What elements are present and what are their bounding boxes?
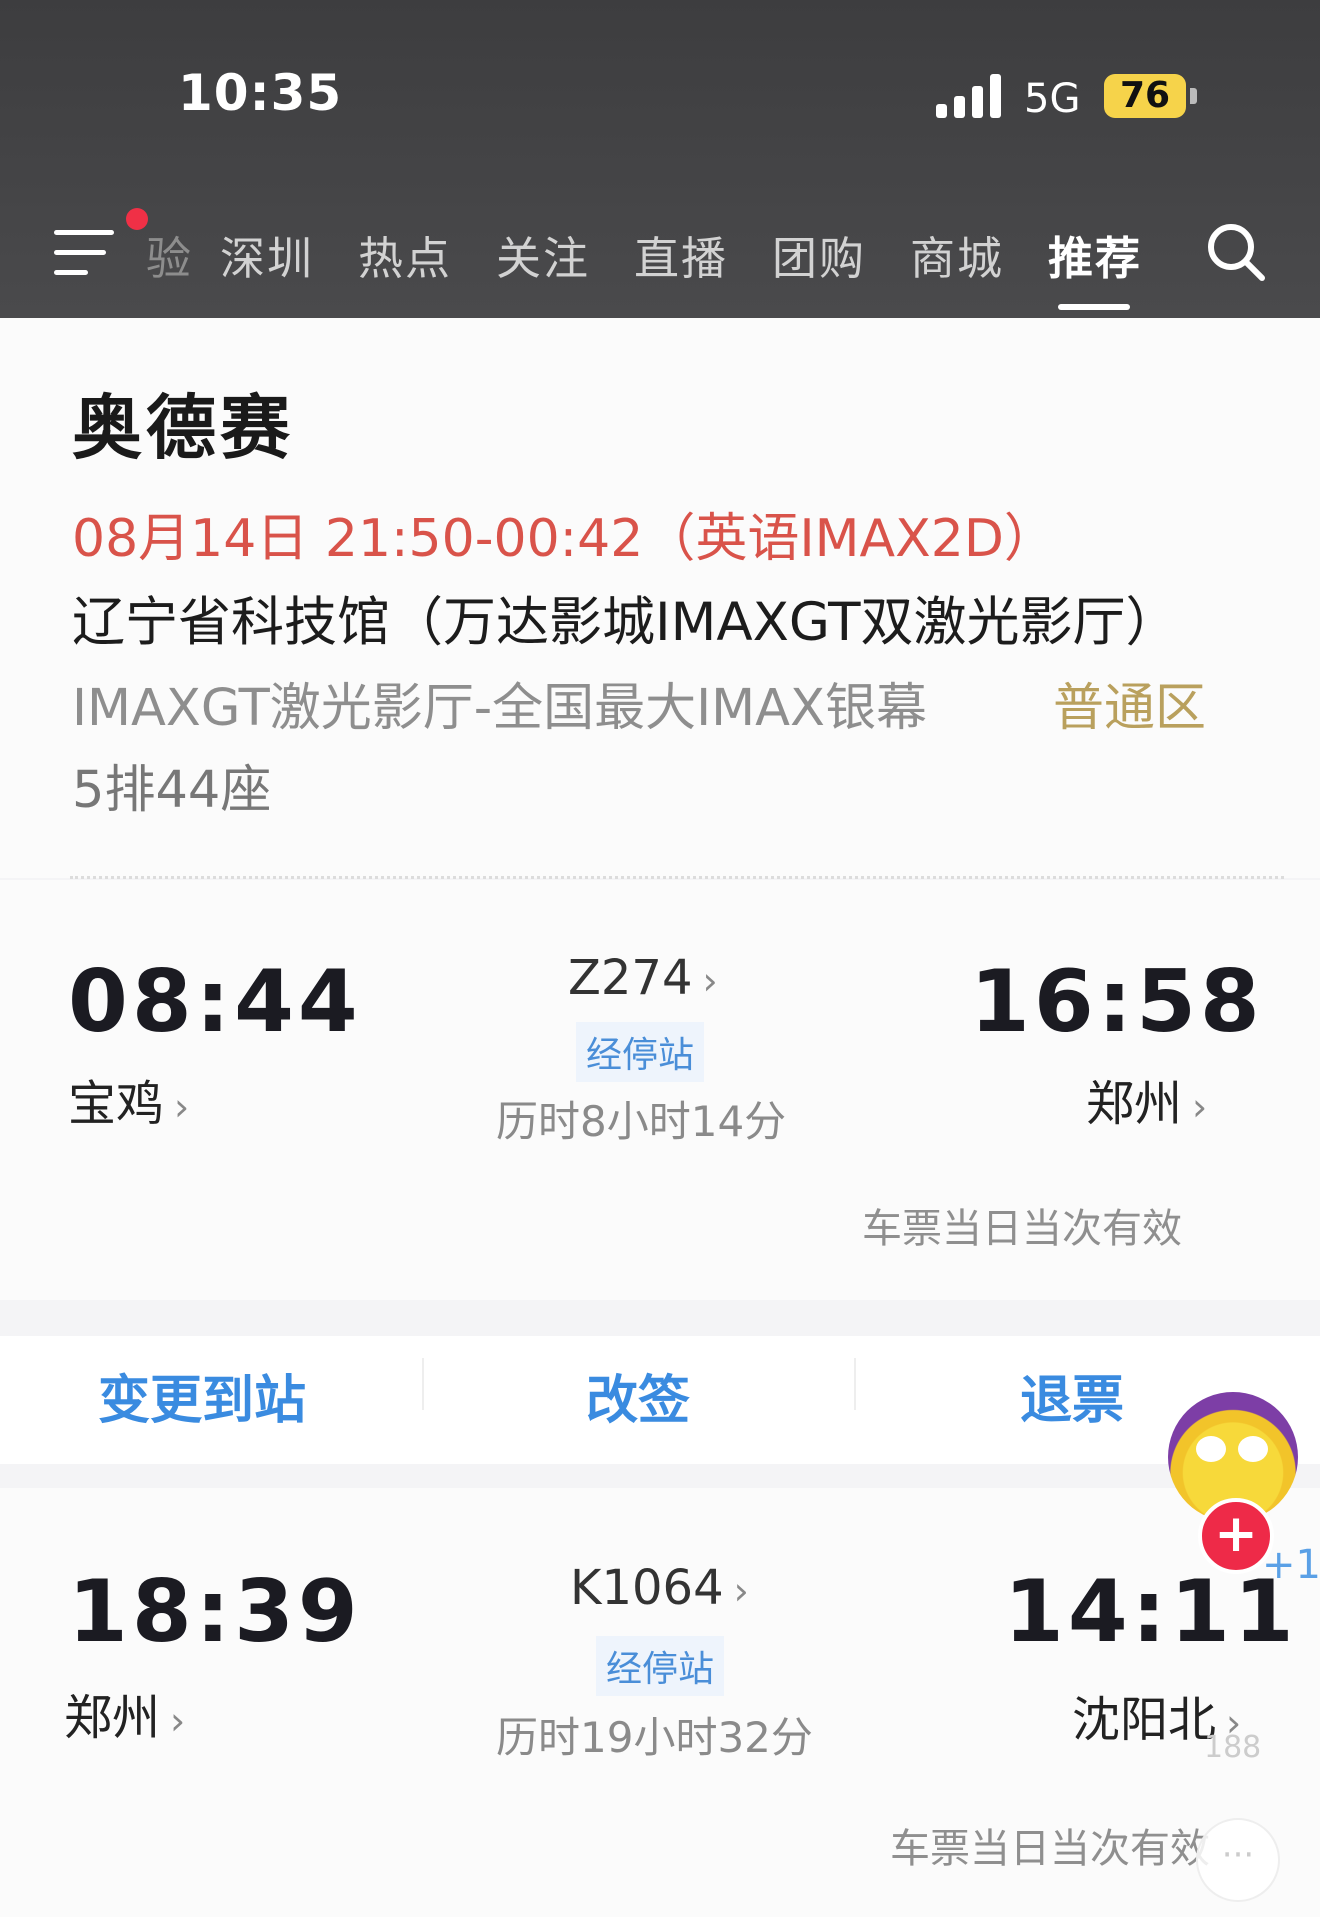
search-icon[interactable] xyxy=(1204,220,1268,284)
battery-level: 76 xyxy=(1119,75,1171,116)
train-number-link[interactable]: K1064 › xyxy=(570,1560,749,1616)
separator xyxy=(422,1358,424,1410)
arrive-station: 郑州 xyxy=(1086,1076,1183,1132)
refund-button[interactable]: 退票 xyxy=(1020,1358,1124,1433)
plus-one-label: +1 xyxy=(1262,1542,1320,1588)
depart-station-link[interactable]: 宝鸡 › xyxy=(68,1064,189,1134)
movie-zone: 普通区 xyxy=(1053,679,1207,738)
stops-link[interactable]: 经停站 xyxy=(596,1636,725,1696)
chevron-right-icon: › xyxy=(174,1085,190,1129)
tab-partial[interactable]: 验 xyxy=(146,222,193,287)
battery-icon: 76 xyxy=(1104,74,1186,118)
chevron-right-icon: › xyxy=(1192,1085,1208,1129)
tab-mall[interactable]: 商城 xyxy=(910,222,1004,287)
depart-station-link[interactable]: 郑州 › xyxy=(64,1678,185,1748)
depart-station: 郑州 xyxy=(64,1690,161,1746)
movie-showtime: 08月14日 21:50-00:42（英语IMAX2D） xyxy=(72,509,1056,569)
active-tab-indicator xyxy=(1058,304,1130,310)
depart-time: 08:44 xyxy=(68,952,362,1052)
notification-dot xyxy=(126,208,148,230)
tab-recommend[interactable]: 推荐 xyxy=(1048,222,1142,287)
train-number: K1064 xyxy=(570,1560,724,1616)
tab-group-buy[interactable]: 团购 xyxy=(772,222,866,287)
reschedule-button[interactable]: 改签 xyxy=(586,1358,690,1433)
movie-title: 奥德赛 xyxy=(72,387,294,469)
tab-hot[interactable]: 热点 xyxy=(358,222,452,287)
comment-icon[interactable]: ··· xyxy=(1196,1818,1280,1902)
tab-follow[interactable]: 关注 xyxy=(496,222,590,287)
menu-icon[interactable] xyxy=(54,230,114,276)
change-station-button[interactable]: 变更到站 xyxy=(98,1358,306,1433)
battery-tip xyxy=(1190,88,1197,104)
status-time: 10:35 xyxy=(178,64,343,122)
depart-time: 18:39 xyxy=(68,1562,362,1662)
trip-duration: 历时8小时14分 xyxy=(496,1097,787,1146)
chevron-right-icon: › xyxy=(702,959,718,1003)
arrive-time: 14:11 xyxy=(1004,1562,1298,1662)
divider xyxy=(70,876,1284,879)
train-number-link[interactable]: Z274 › xyxy=(568,950,718,1006)
train-number: Z274 xyxy=(568,950,693,1006)
tab-live[interactable]: 直播 xyxy=(634,222,728,287)
arrive-station: 沈阳北 xyxy=(1072,1692,1217,1748)
tab-shenzhen[interactable]: 深圳 xyxy=(220,222,314,287)
separator xyxy=(854,1358,856,1410)
chevron-right-icon: › xyxy=(170,1699,186,1743)
movie-venue: 辽宁省科技馆（万达影城IMAXGT双激光影厅） xyxy=(72,592,1179,653)
arrive-station-link[interactable]: 郑州 › xyxy=(1086,1064,1207,1134)
trip-duration: 历时19小时32分 xyxy=(496,1713,813,1762)
ticket-validity: 车票当日当次有效 xyxy=(862,1206,1182,1252)
depart-station: 宝鸡 xyxy=(68,1076,165,1132)
like-count: 188 xyxy=(1204,1730,1262,1765)
movie-hall: IMAXGT激光影厅-全国最大IMAX银幕 xyxy=(72,679,927,738)
network-type: 5G xyxy=(1024,76,1081,122)
signal-icon xyxy=(936,74,1004,118)
avatar-eye xyxy=(1196,1436,1226,1462)
avatar-eye xyxy=(1238,1436,1268,1462)
ticket-validity: 车票当日当次有效 xyxy=(890,1826,1210,1872)
movie-seat: 5排44座 xyxy=(72,761,272,820)
arrive-time: 16:58 xyxy=(970,952,1264,1052)
stops-link[interactable]: 经停站 xyxy=(576,1022,705,1082)
chevron-right-icon: › xyxy=(733,1569,749,1613)
